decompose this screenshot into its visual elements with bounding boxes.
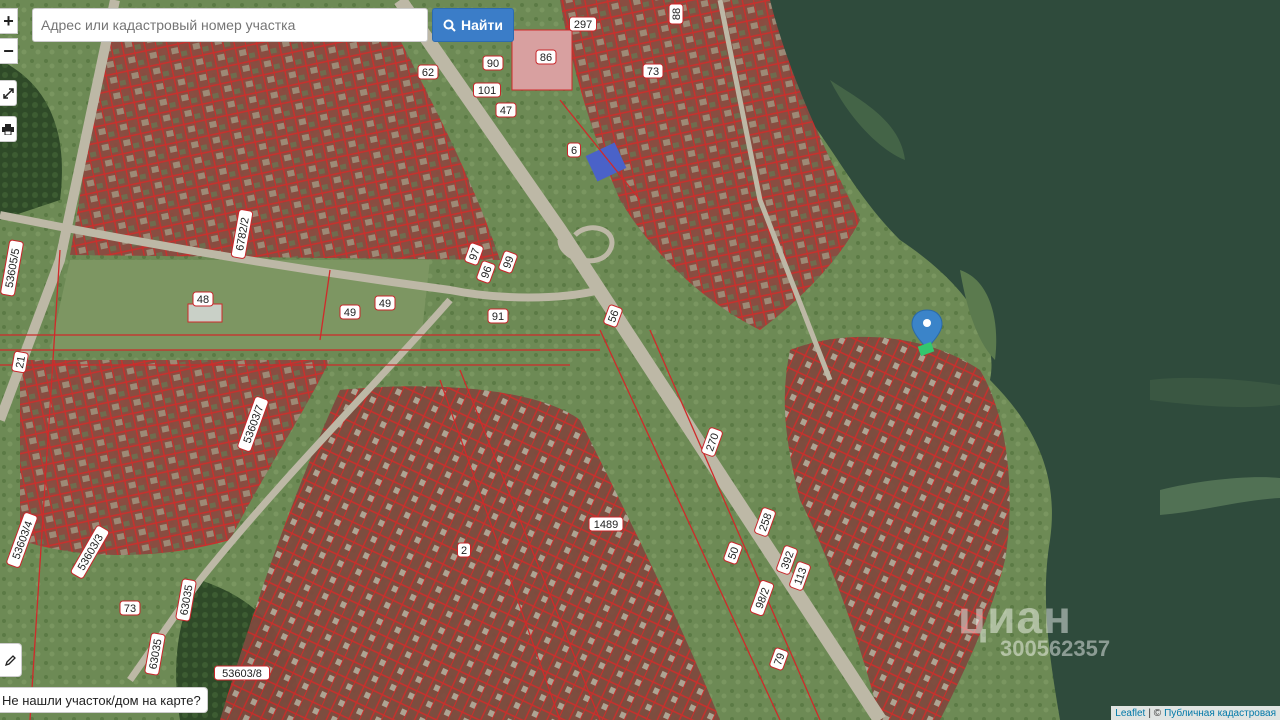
parcel-number-text: 2 — [461, 545, 467, 557]
parcel-number-label[interactable]: 73 — [642, 63, 664, 79]
parcel-number-label[interactable]: 88 — [668, 3, 684, 25]
map-attribution: Leaflet | © Публичная кадастровая — [1111, 706, 1280, 720]
parcel-number-text: 91 — [492, 311, 504, 323]
parcel-number-text: 1489 — [594, 519, 618, 531]
draw-tool-button[interactable] — [0, 643, 22, 677]
search-icon — [443, 19, 456, 32]
parcel-number-text: 49 — [379, 298, 391, 310]
parcel-number-label[interactable]: 297 — [569, 16, 597, 32]
parcel-number-label[interactable]: 1489 — [588, 516, 624, 532]
print-icon — [2, 123, 14, 135]
parcel-number-label[interactable]: 62 — [417, 64, 439, 80]
parcel-number-text: 48 — [197, 294, 209, 306]
not-found-label: Не нашли участок/дом на карте? — [2, 692, 201, 708]
print-button[interactable] — [0, 116, 17, 142]
parcel-number-text: 21 — [14, 355, 28, 369]
parcel-number-label[interactable]: 90 — [482, 55, 504, 71]
map-canvas[interactable]: 29786906210147738866782/253605/521979699… — [0, 0, 1280, 720]
watermark-number: 300562357 — [1000, 636, 1111, 661]
parcel-number-text: 101 — [478, 85, 496, 97]
not-found-button[interactable]: Не нашли участок/дом на карте? — [0, 687, 208, 713]
parcel-number-label[interactable]: 48 — [192, 291, 214, 307]
field-center — [50, 260, 430, 350]
parcel-number-label[interactable]: 91 — [487, 308, 509, 324]
parcel-number-label[interactable]: 49 — [339, 304, 361, 320]
parcel-number-text: 47 — [500, 105, 512, 117]
parcel-number-label[interactable]: 101 — [473, 82, 501, 98]
parcel-number-text: 90 — [487, 58, 499, 70]
parcel-number-text: 53603/8 — [222, 668, 262, 680]
parcel-number-text: 6 — [571, 145, 577, 157]
search-button-label: Найти — [461, 17, 503, 33]
parcel-number-text: 62 — [422, 67, 434, 79]
search-button[interactable]: Найти — [432, 8, 514, 42]
zoom-in-icon: + — [3, 10, 14, 31]
parcel-number-text: 49 — [344, 307, 356, 319]
zoom-out-button[interactable]: − — [0, 38, 18, 64]
attribution-separator: | © — [1148, 707, 1162, 719]
pencil-icon — [4, 654, 16, 666]
parcel-number-label[interactable]: 53603/8 — [214, 665, 270, 681]
sports-ground — [187, 303, 223, 323]
parcel-number-label[interactable]: 86 — [535, 49, 557, 65]
parcel-number-text: 86 — [540, 52, 552, 64]
parcel-number-text: 297 — [574, 19, 592, 31]
leaflet-link[interactable]: Leaflet — [1115, 708, 1145, 719]
zoom-out-icon: − — [3, 40, 14, 61]
fullscreen-button[interactable] — [0, 80, 17, 106]
search-input[interactable] — [32, 8, 428, 42]
cadastre-link[interactable]: Публичная кадастровая — [1164, 708, 1276, 719]
parcel-number-label[interactable]: 73 — [119, 600, 141, 616]
parcel-number-label[interactable]: 6 — [567, 142, 581, 158]
zoom-in-button[interactable]: + — [0, 8, 18, 34]
parcel-number-label[interactable]: 2 — [457, 542, 471, 558]
parcel-number-label[interactable]: 49 — [374, 295, 396, 311]
expand-icon — [2, 87, 14, 99]
parcel-number-text: 73 — [124, 603, 136, 615]
parcel-number-text: 73 — [647, 66, 659, 78]
parcel-number-label[interactable]: 21 — [11, 350, 29, 374]
parcel-number-text: 88 — [671, 8, 683, 20]
parcel-number-label[interactable]: 47 — [495, 102, 517, 118]
